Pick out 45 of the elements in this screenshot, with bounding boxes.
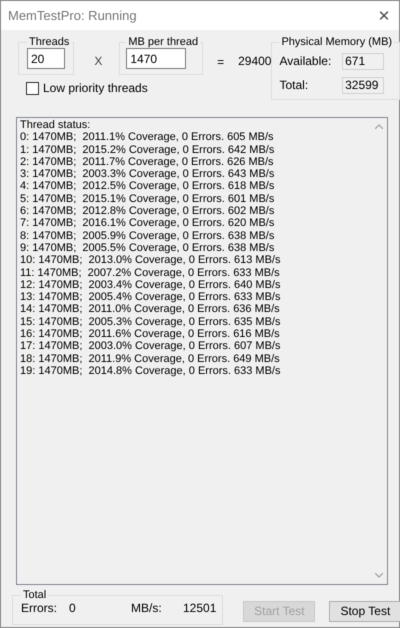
rate-label: MB/s: [131, 601, 163, 615]
log-line: 1: 1470MB; 2015.2% Coverage, 0 Errors. 642 MB/s [20, 144, 276, 156]
log-line: 3: 1470MB; 2003.3% Coverage, 0 Errors. 643 MB/s [20, 168, 276, 180]
log-line: 5: 1470MB; 2015.1% Coverage, 0 Errors. 601 MB/s [20, 192, 276, 206]
mb-per-thread-field[interactable]: 1470 [126, 48, 186, 69]
total-label: Total: [279, 78, 308, 92]
close-button[interactable]: ✕ [369, 1, 399, 30]
checkbox[interactable] [26, 82, 39, 94]
scroll-up-icon[interactable] [375, 124, 383, 129]
log-line: 14: 1470MB; 2011.0% Coverage, 0 Errors. 636 MB/s [20, 303, 281, 316]
threads-field[interactable]: 20 [27, 48, 65, 69]
log-line: 17: 1470MB; 2003.0% Coverage, 0 Errors. 607 MB/s [20, 340, 282, 353]
rate-value: 12501 [183, 601, 216, 615]
log-line: 15: 1470MB; 2005.3% Coverage, 0 Errors. 635 MB/s [20, 316, 282, 328]
available-label: Available: [279, 54, 332, 68]
stop-test-button[interactable]: Stop Test [329, 600, 400, 622]
log-line: 19: 1470MB; 2014.8% Coverage, 0 Errors. 633 MB/s [20, 364, 282, 378]
log-line: 11: 1470MB; 2007.2% Coverage, 0 Errors. 633 MB/s [20, 266, 281, 279]
log-line: 6: 1470MB; 2012.8% Coverage, 0 Errors. 602 MB/s [20, 205, 276, 218]
errors-value: 0 [69, 601, 77, 615]
group-label: Total [22, 589, 48, 601]
window-title: MemTestPro: Running [8, 8, 137, 23]
total-memory-value: 29400 [238, 54, 272, 68]
group-label: Threads [28, 36, 70, 48]
log-line: 4: 1470MB; 2012.5% Coverage, 0 Errors. 618 MB/s [20, 180, 276, 193]
total-value: 32599 [342, 76, 384, 94]
log-line: 9: 1470MB; 2005.5% Coverage, 0 Errors. 638 MB/s [20, 242, 276, 254]
errors-label: Errors: [21, 601, 58, 615]
multiply-sign: X [94, 54, 102, 68]
log-line: 10: 1470MB; 2013.0% Coverage, 0 Errors. 613 MB/s [20, 254, 282, 267]
log-line: 16: 1470MB; 2011.6% Coverage, 0 Errors. 616 MB/s [20, 328, 281, 340]
log-line: 2: 1470MB; 2011.7% Coverage, 0 Errors. 626 MB/s [20, 156, 275, 168]
equals-sign: = [217, 54, 224, 68]
log-heading: Thread status: [20, 119, 92, 132]
log-line: 7: 1470MB; 2016.1% Coverage, 0 Errors. 620 MB/s [20, 217, 276, 230]
checkbox-label: Low priority threads [43, 81, 148, 95]
log-line: 13: 1470MB; 2005.4% Coverage, 0 Errors. 633 MB/s [20, 291, 282, 304]
log-line: 0: 1470MB; 2011.1% Coverage, 0 Errors. 605 MB/s [20, 131, 275, 144]
scroll-down-icon[interactable] [375, 573, 383, 578]
group-label: Physical Memory (MB) [280, 36, 394, 48]
log-line: 18: 1470MB; 2011.9% Coverage, 0 Errors. 649 MB/s [20, 352, 281, 365]
log-line: 8: 1470MB; 2005.9% Coverage, 0 Errors. 638 MB/s [20, 230, 276, 242]
available-value: 671 [342, 52, 384, 70]
log-line: 12: 1470MB; 2003.4% Coverage, 0 Errors. 640 MB/s [20, 278, 282, 292]
group-label: MB per thread [127, 36, 200, 48]
